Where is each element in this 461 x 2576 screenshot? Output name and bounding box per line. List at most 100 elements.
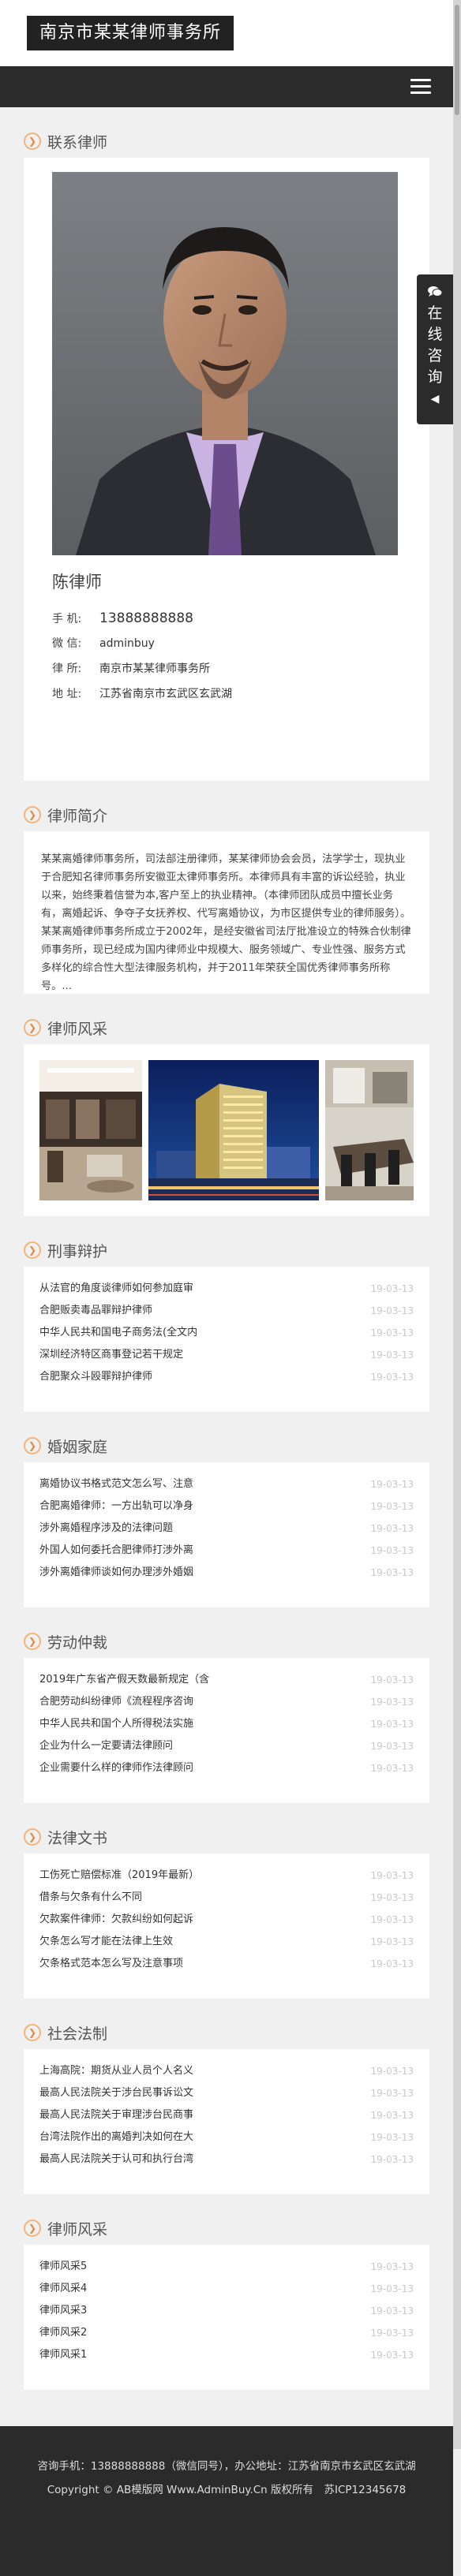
list-item-title[interactable]: 最高人民法院关于审理涉台民商事 (39, 2104, 224, 2126)
list-item-title[interactable]: 外国人如何委托合肥律师打涉外离 (39, 1540, 224, 1562)
list-item[interactable]: 离婚协议书格式范文怎么写、注意 19-03-13 (39, 1473, 414, 1495)
list-item[interactable]: 工伤死亡赔偿标准（2019年最新） 19-03-13 (39, 1865, 414, 1887)
list-item-title[interactable]: 上海高院：期货从业人员个人名义 (39, 2060, 224, 2082)
list-item-title[interactable]: 律师风采3 (39, 2300, 224, 2322)
section-title-gallery: ❯ 律师风采 (0, 1008, 453, 1044)
wechat-row: 微 信: adminbuy (52, 631, 232, 656)
criminal-list: 从法官的角度谈律师如何参加庭审 19-03-13 合肥贩卖毒品罪辩护律师 19-03… (24, 1267, 429, 1412)
list-item-title[interactable]: 离婚协议书格式范文怎么写、注意 (39, 1473, 224, 1495)
list-item[interactable]: 中华人民共和国个人所得税法实施 19-03-13 (39, 1713, 414, 1735)
contact-info: 陈律师 手 机: 13888888888 微 信: adminbuy 律 所: 南京市… (52, 569, 232, 707)
list-item-title[interactable]: 合肥贩卖毒品罪辩护律师 (39, 1300, 224, 1322)
list-item-title[interactable]: 中华人民共和国电子商务法(全文内 (39, 1322, 224, 1344)
list-item-title[interactable]: 欠款案件律师：欠款纠纷如何起诉 (39, 1909, 224, 1931)
chevron-right-icon: ❯ (24, 806, 41, 823)
list-item[interactable]: 合肥聚众斗殴罪辩护律师 19-03-13 (39, 1366, 414, 1388)
list-item[interactable]: 律师风采5 19-03-13 (39, 2256, 414, 2278)
style-list: 律师风采5 19-03-13 律师风采4 19-03-13 律师风采3 19-03-1… (24, 2245, 429, 2390)
list-item-title[interactable]: 欠条怎么写才能在法律上生效 (39, 1931, 224, 1953)
list-item-title[interactable]: 工伤死亡赔偿标准（2019年最新） (39, 1865, 224, 1887)
list-item-title[interactable]: 深圳经济特区商事登记若干规定 (39, 1344, 224, 1366)
site-logo[interactable]: 南京市某某律师事务所 (27, 16, 234, 50)
section-heading[interactable]: 婚姻家庭 (47, 1435, 107, 1457)
section-heading[interactable]: 法律文书 (47, 1827, 107, 1848)
list-item[interactable]: 合肥离婚律师：一方出轨可以净身 19-03-13 (39, 1495, 414, 1518)
list-item-date: 19-03-13 (370, 1674, 414, 1686)
scrollbar[interactable] (453, 0, 461, 2449)
list-item[interactable]: 律师风采3 19-03-13 (39, 2300, 414, 2322)
list-item-title[interactable]: 借条与欠条有什么不同 (39, 1887, 224, 1909)
gallery-image-meeting-room[interactable] (325, 1060, 414, 1200)
list-item[interactable]: 企业为什么一定要请法律顾问 19-03-13 (39, 1735, 414, 1757)
list-item-title[interactable]: 律师风采4 (39, 2278, 224, 2300)
list-item-date: 19-03-13 (370, 1719, 414, 1730)
list-item-title[interactable]: 律师风采5 (39, 2256, 224, 2278)
list-item[interactable]: 借条与欠条有什么不同 19-03-13 (39, 1887, 414, 1909)
list-item-date: 19-03-13 (370, 1936, 414, 1947)
list-item[interactable]: 律师风采1 19-03-13 (39, 2344, 414, 2366)
list-item-title[interactable]: 涉外离婚程序涉及的法律问题 (39, 1518, 224, 1540)
section-heading[interactable]: 律师简介 (47, 805, 107, 826)
list-item-date: 19-03-13 (370, 1372, 414, 1383)
list-item[interactable]: 从法官的角度谈律师如何参加庭审 19-03-13 (39, 1278, 414, 1300)
list-item[interactable]: 中华人民共和国电子商务法(全文内 19-03-13 (39, 1322, 414, 1344)
arrow-left-icon: ◀ (430, 393, 440, 405)
phone-value[interactable]: 13888888888 (99, 610, 193, 626)
list-item[interactable]: 外国人如何委托合肥律师打涉外离 19-03-13 (39, 1540, 414, 1562)
list-item[interactable]: 律师风采2 19-03-13 (39, 2322, 414, 2344)
list-item[interactable]: 深圳经济特区商事登记若干规定 19-03-13 (39, 1344, 414, 1366)
list-item-title[interactable]: 中华人民共和国个人所得税法实施 (39, 1713, 224, 1735)
list-item-title[interactable]: 涉外离婚律师谈如何办理涉外婚姻 (39, 1562, 224, 1584)
online-consult-label: 在线咨询 (427, 304, 443, 386)
lawyer-portrait-image (52, 172, 398, 555)
list-item[interactable]: 欠款案件律师：欠款纠纷如何起诉 19-03-13 (39, 1909, 414, 1931)
list-item-date: 19-03-13 (370, 2350, 414, 2361)
list-item[interactable]: 律师风采4 19-03-13 (39, 2278, 414, 2300)
address-label: 地 址: (52, 688, 82, 700)
list-item[interactable]: 最高人民法院关于审理涉台民商事 19-03-13 (39, 2104, 414, 2126)
list-item[interactable]: 合肥劳动纠纷律师《流程程序咨询 19-03-13 (39, 1691, 414, 1713)
list-item-title[interactable]: 台湾法院作出的离婚判决如何在大 (39, 2126, 224, 2149)
section-heading[interactable]: 律师风采 (47, 1017, 107, 1039)
list-item-title[interactable]: 合肥聚众斗殴罪辩护律师 (39, 1366, 224, 1388)
section-title-marriage: ❯ 婚姻家庭 (0, 1426, 453, 1462)
list-item-title[interactable]: 欠条格式范本怎么写及注意事项 (39, 1953, 224, 1975)
scrollbar-thumb[interactable] (455, 5, 459, 115)
section-heading[interactable]: 劳动仲裁 (47, 1631, 107, 1652)
list-item[interactable]: 涉外离婚程序涉及的法律问题 19-03-13 (39, 1518, 414, 1540)
list-item-date: 19-03-13 (370, 1305, 414, 1316)
list-item-title[interactable]: 律师风采1 (39, 2344, 224, 2366)
list-item-title[interactable]: 从法官的角度谈律师如何参加庭审 (39, 1278, 224, 1300)
online-consult-button[interactable]: 在线咨询 ◀ (417, 274, 453, 424)
gallery-card (24, 1044, 429, 1216)
list-item-title[interactable]: 律师风采2 (39, 2322, 224, 2344)
hamburger-menu-icon[interactable] (410, 79, 431, 95)
lawyer-name: 陈律师 (52, 573, 102, 592)
list-item-date: 19-03-13 (370, 2261, 414, 2272)
gallery-image-office-lobby[interactable] (39, 1060, 142, 1200)
list-item[interactable]: 台湾法院作出的离婚判决如何在大 19-03-13 (39, 2126, 414, 2149)
list-item[interactable]: 上海高院：期货从业人员个人名义 19-03-13 (39, 2060, 414, 2082)
list-item[interactable]: 涉外离婚律师谈如何办理涉外婚姻 19-03-13 (39, 1562, 414, 1584)
section-heading[interactable]: 律师风采 (47, 2218, 107, 2239)
list-item-title[interactable]: 企业为什么一定要请法律顾问 (39, 1735, 224, 1757)
list-item-title[interactable]: 最高人民法院关于涉台民事诉讼文 (39, 2082, 224, 2104)
section-heading[interactable]: 社会法制 (47, 2022, 107, 2044)
list-item[interactable]: 欠条怎么写才能在法律上生效 19-03-13 (39, 1931, 414, 1953)
list-item-title[interactable]: 2019年广东省产假天数最新规定（含 (39, 1669, 224, 1691)
list-item-title[interactable]: 合肥离婚律师：一方出轨可以净身 (39, 1495, 224, 1518)
list-item-date: 19-03-13 (370, 1958, 414, 1969)
list-item[interactable]: 最高人民法院关于认可和执行台湾 19-03-13 (39, 2149, 414, 2171)
list-item[interactable]: 最高人民法院关于涉台民事诉讼文 19-03-13 (39, 2082, 414, 2104)
list-item[interactable]: 2019年广东省产假天数最新规定（含 19-03-13 (39, 1669, 414, 1691)
list-item[interactable]: 欠条格式范本怎么写及注意事项 19-03-13 (39, 1953, 414, 1975)
list-item-title[interactable]: 合肥劳动纠纷律师《流程程序咨询 (39, 1691, 224, 1713)
list-item-title[interactable]: 企业需要什么样的律师作法律顾问 (39, 1757, 224, 1779)
list-item-date: 19-03-13 (370, 2132, 414, 2143)
list-item[interactable]: 企业需要什么样的律师作法律顾问 19-03-13 (39, 1757, 414, 1779)
gallery-image-building-night[interactable] (148, 1060, 319, 1200)
list-item[interactable]: 合肥贩卖毒品罪辩护律师 19-03-13 (39, 1300, 414, 1322)
section-heading[interactable]: 刑事辩护 (47, 1240, 107, 1261)
list-item-title[interactable]: 最高人民法院关于认可和执行台湾 (39, 2149, 224, 2171)
list-item-date: 19-03-13 (370, 1283, 414, 1294)
